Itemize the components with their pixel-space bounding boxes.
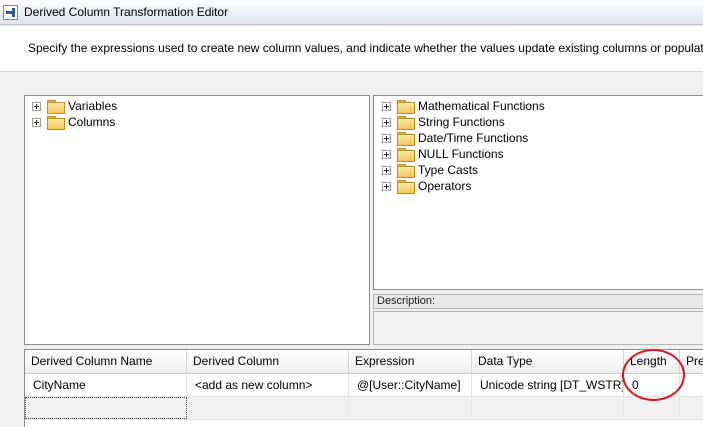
expand-icon[interactable] bbox=[32, 101, 41, 111]
folder-icon bbox=[47, 116, 65, 130]
column-header-derived-column[interactable]: Derived Column bbox=[187, 350, 349, 374]
tree-item-label: String Functions bbox=[418, 115, 505, 129]
expand-icon[interactable] bbox=[382, 133, 391, 143]
header-description: Specify the expressions used to create n… bbox=[28, 41, 703, 55]
derived-columns-grid[interactable]: Derived Column Name Derived Column Expre… bbox=[24, 349, 703, 427]
column-header-data-type[interactable]: Data Type bbox=[472, 350, 624, 374]
column-header-expression[interactable]: Expression bbox=[349, 350, 472, 374]
cell-derived-column[interactable]: <add as new column> bbox=[187, 374, 349, 397]
tree-item-null-functions[interactable]: NULL Functions bbox=[382, 146, 504, 162]
tree-item-label: Mathematical Functions bbox=[418, 99, 545, 113]
folder-icon bbox=[397, 180, 415, 194]
column-header-derived-column-name[interactable]: Derived Column Name bbox=[25, 350, 187, 374]
folder-icon bbox=[397, 116, 415, 130]
description-label: Description: bbox=[373, 294, 703, 309]
expand-icon[interactable] bbox=[382, 149, 391, 159]
functions-tree[interactable]: Mathematical Functions String Functions … bbox=[373, 95, 703, 290]
description-box bbox=[373, 311, 703, 345]
folder-icon bbox=[397, 148, 415, 162]
tree-item-string-functions[interactable]: String Functions bbox=[382, 114, 505, 130]
tree-item-label: Operators bbox=[418, 179, 472, 193]
tree-item-label: NULL Functions bbox=[418, 147, 504, 161]
new-row-cell[interactable] bbox=[472, 397, 624, 420]
folder-icon bbox=[397, 132, 415, 146]
tree-item-mathematical-functions[interactable]: Mathematical Functions bbox=[382, 98, 545, 114]
folder-icon bbox=[397, 164, 415, 178]
title-bar: Derived Column Transformation Editor bbox=[0, 0, 703, 25]
cell-expression[interactable]: @[User::CityName] bbox=[349, 374, 472, 397]
tree-item-operators[interactable]: Operators bbox=[382, 178, 471, 194]
tree-item-variables[interactable]: Variables bbox=[32, 98, 117, 114]
tree-item-columns[interactable]: Columns bbox=[32, 114, 115, 130]
expand-icon[interactable] bbox=[382, 117, 391, 127]
tree-item-datetime-functions[interactable]: Date/Time Functions bbox=[382, 130, 528, 146]
header-strip: Specify the expressions used to create n… bbox=[0, 26, 703, 72]
expand-icon[interactable] bbox=[32, 117, 41, 127]
cell-data-type[interactable]: Unicode string [DT_WSTR] bbox=[472, 374, 624, 397]
new-row-cell[interactable] bbox=[187, 397, 349, 420]
expand-icon[interactable] bbox=[382, 165, 391, 175]
grid-header: Derived Column Name Derived Column Expre… bbox=[25, 350, 703, 374]
tree-item-type-casts[interactable]: Type Casts bbox=[382, 162, 478, 178]
tree-item-label: Type Casts bbox=[418, 163, 479, 177]
folder-icon bbox=[47, 100, 65, 114]
new-row-cell[interactable] bbox=[680, 397, 703, 420]
expand-icon[interactable] bbox=[382, 181, 391, 191]
new-row-name-cell[interactable] bbox=[25, 397, 187, 419]
tree-item-label: Date/Time Functions bbox=[418, 131, 529, 145]
new-row[interactable] bbox=[25, 397, 703, 420]
table-row[interactable]: CityName <add as new column> @[User::Cit… bbox=[25, 374, 703, 397]
folder-icon bbox=[397, 100, 415, 114]
variables-columns-tree[interactable]: Variables Columns bbox=[24, 95, 370, 345]
window-title: Derived Column Transformation Editor bbox=[24, 5, 229, 19]
cell-derived-column-name[interactable]: CityName bbox=[25, 374, 187, 397]
expand-icon[interactable] bbox=[382, 101, 391, 111]
new-row-cell[interactable] bbox=[349, 397, 472, 420]
red-circle-annotation bbox=[622, 349, 685, 401]
tree-item-label: Columns bbox=[68, 115, 116, 129]
tree-item-label: Variables bbox=[68, 99, 118, 113]
app-icon[interactable] bbox=[3, 5, 18, 20]
